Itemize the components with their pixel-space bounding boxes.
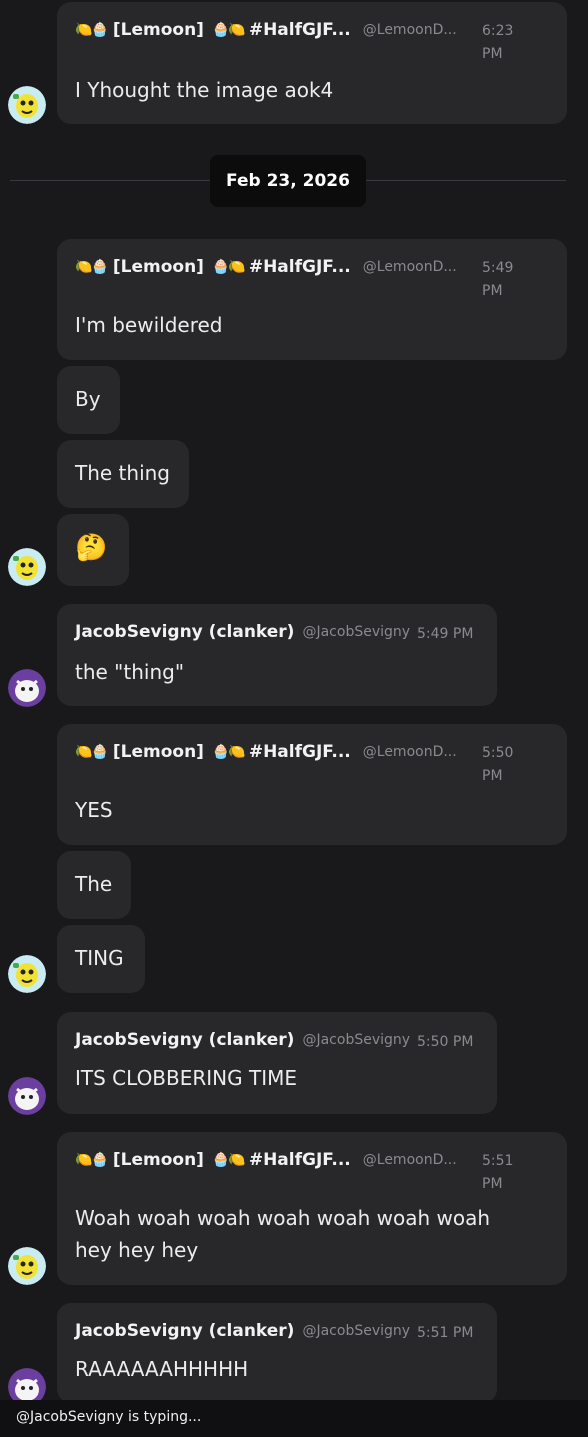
lemon-cupcake-emoji: 🍋🧁 [75, 744, 109, 760]
cupcake-lemon-emoji: 🧁🍋 [211, 1152, 246, 1168]
message-text: I Yhought the image aok4 [75, 78, 334, 102]
lemon-avatar-icon[interactable] [8, 86, 46, 124]
timestamp: 6:23 PM [482, 23, 514, 62]
timestamp: 5:51 PM [482, 1153, 514, 1192]
display-name-tag[interactable]: #HalfGJF... [249, 257, 351, 277]
message-bubble[interactable]: 🤔 [57, 514, 129, 586]
user-handle[interactable]: @LemoonD... [363, 259, 457, 275]
display-name[interactable]: [Lemoon] [113, 1150, 204, 1170]
display-name[interactable]: JacobSevigny (clanker) [75, 1030, 294, 1050]
message-bubble[interactable]: 🍋🧁 [Lemoon] 🧁🍋 #HalfGJF... @LemoonD... 5… [57, 239, 567, 360]
typing-indicator: @JacobSevigny is typing... [0, 1400, 588, 1437]
message-bubble[interactable]: 🍋🧁 [Lemoon] 🧁🍋 #HalfGJF... @LemoonD... 6… [57, 2, 567, 124]
message-header: 🍋🧁 [Lemoon] 🧁🍋 #HalfGJF... @LemoonD... [75, 257, 457, 277]
display-name-tag[interactable]: #HalfGJF... [249, 1150, 351, 1170]
message-text-line: hey hey hey [75, 1238, 199, 1262]
display-name[interactable]: [Lemoon] [113, 742, 204, 762]
timestamp: 5:49 PM [482, 260, 514, 299]
lemon-cupcake-emoji: 🍋🧁 [75, 259, 109, 275]
message-text: The thing [75, 461, 170, 485]
display-name-tag[interactable]: #HalfGJF... [249, 20, 351, 40]
timestamp: 5:50 PM [417, 1034, 474, 1050]
user-handle[interactable]: @JacobSevigny [302, 1032, 410, 1048]
lemon-avatar-icon[interactable] [8, 548, 46, 586]
timestamp: 5:50 PM [482, 745, 514, 784]
message-bubble[interactable]: JacobSevigny (clanker) @JacobSevigny 5:4… [57, 604, 497, 706]
message-text: I'm bewildered [75, 313, 223, 337]
cupcake-lemon-emoji: 🧁🍋 [211, 259, 246, 275]
message-header: 🍋🧁 [Lemoon] 🧁🍋 #HalfGJF... @LemoonD... [75, 20, 457, 40]
user-handle[interactable]: @LemoonD... [363, 744, 457, 760]
display-name[interactable]: JacobSevigny (clanker) [75, 1321, 294, 1341]
message-text: ITS CLOBBERING TIME [75, 1066, 298, 1090]
cupcake-lemon-emoji: 🧁🍋 [211, 744, 246, 760]
message-bubble[interactable]: 🍋🧁 [Lemoon] 🧁🍋 #HalfGJF... @LemoonD... 5… [57, 1132, 567, 1285]
message-header: JacobSevigny (clanker) @JacobSevigny [75, 622, 410, 642]
message-text: RAAAAAAHHHHH [75, 1357, 249, 1381]
display-name[interactable]: [Lemoon] [113, 20, 204, 40]
message-bubble[interactable]: By [57, 366, 120, 434]
message-text: By [75, 387, 101, 411]
lemon-cupcake-emoji: 🍋🧁 [75, 22, 109, 38]
message-text: The [75, 872, 113, 896]
message-text: the "thing" [75, 660, 185, 684]
lemon-avatar-icon[interactable] [8, 955, 46, 993]
message-header: JacobSevigny (clanker) @JacobSevigny [75, 1030, 410, 1050]
message-bubble[interactable]: TING [57, 925, 145, 993]
message-text-line: Woah woah woah woah woah woah woah [75, 1206, 491, 1230]
purple-creature-avatar-icon[interactable] [8, 669, 46, 707]
message-header: 🍋🧁 [Lemoon] 🧁🍋 #HalfGJF... @LemoonD... [75, 742, 457, 762]
lemon-cupcake-emoji: 🍋🧁 [75, 1152, 109, 1168]
message-bubble[interactable]: The thing [57, 440, 189, 508]
message-bubble[interactable]: JacobSevigny (clanker) @JacobSevigny 5:5… [57, 1012, 497, 1114]
message-bubble[interactable]: 🍋🧁 [Lemoon] 🧁🍋 #HalfGJF... @LemoonD... 5… [57, 724, 567, 845]
message-header: 🍋🧁 [Lemoon] 🧁🍋 #HalfGJF... @LemoonD... [75, 1150, 457, 1170]
display-name[interactable]: [Lemoon] [113, 257, 204, 277]
lemon-avatar-icon[interactable] [8, 1247, 46, 1285]
message-bubble[interactable]: JacobSevigny (clanker) @JacobSevigny 5:5… [57, 1303, 497, 1403]
purple-creature-avatar-icon[interactable] [8, 1077, 46, 1115]
user-handle[interactable]: @JacobSevigny [302, 1323, 410, 1339]
user-handle[interactable]: @LemoonD... [363, 22, 457, 38]
message-bubble[interactable]: The [57, 851, 131, 919]
user-handle[interactable]: @LemoonD... [363, 1152, 457, 1168]
display-name-tag[interactable]: #HalfGJF... [249, 742, 351, 762]
cupcake-lemon-emoji: 🧁🍋 [211, 22, 246, 38]
user-handle[interactable]: @JacobSevigny [302, 624, 410, 640]
timestamp: 5:49 PM [417, 626, 474, 642]
date-divider: Feb 23, 2026 [210, 155, 366, 207]
message-text: YES [75, 798, 113, 822]
timestamp: 5:51 PM [417, 1325, 474, 1341]
message-header: JacobSevigny (clanker) @JacobSevigny [75, 1321, 410, 1341]
thinking-emoji: 🤔 [75, 533, 108, 563]
display-name[interactable]: JacobSevigny (clanker) [75, 622, 294, 642]
message-text: TING [75, 946, 124, 970]
